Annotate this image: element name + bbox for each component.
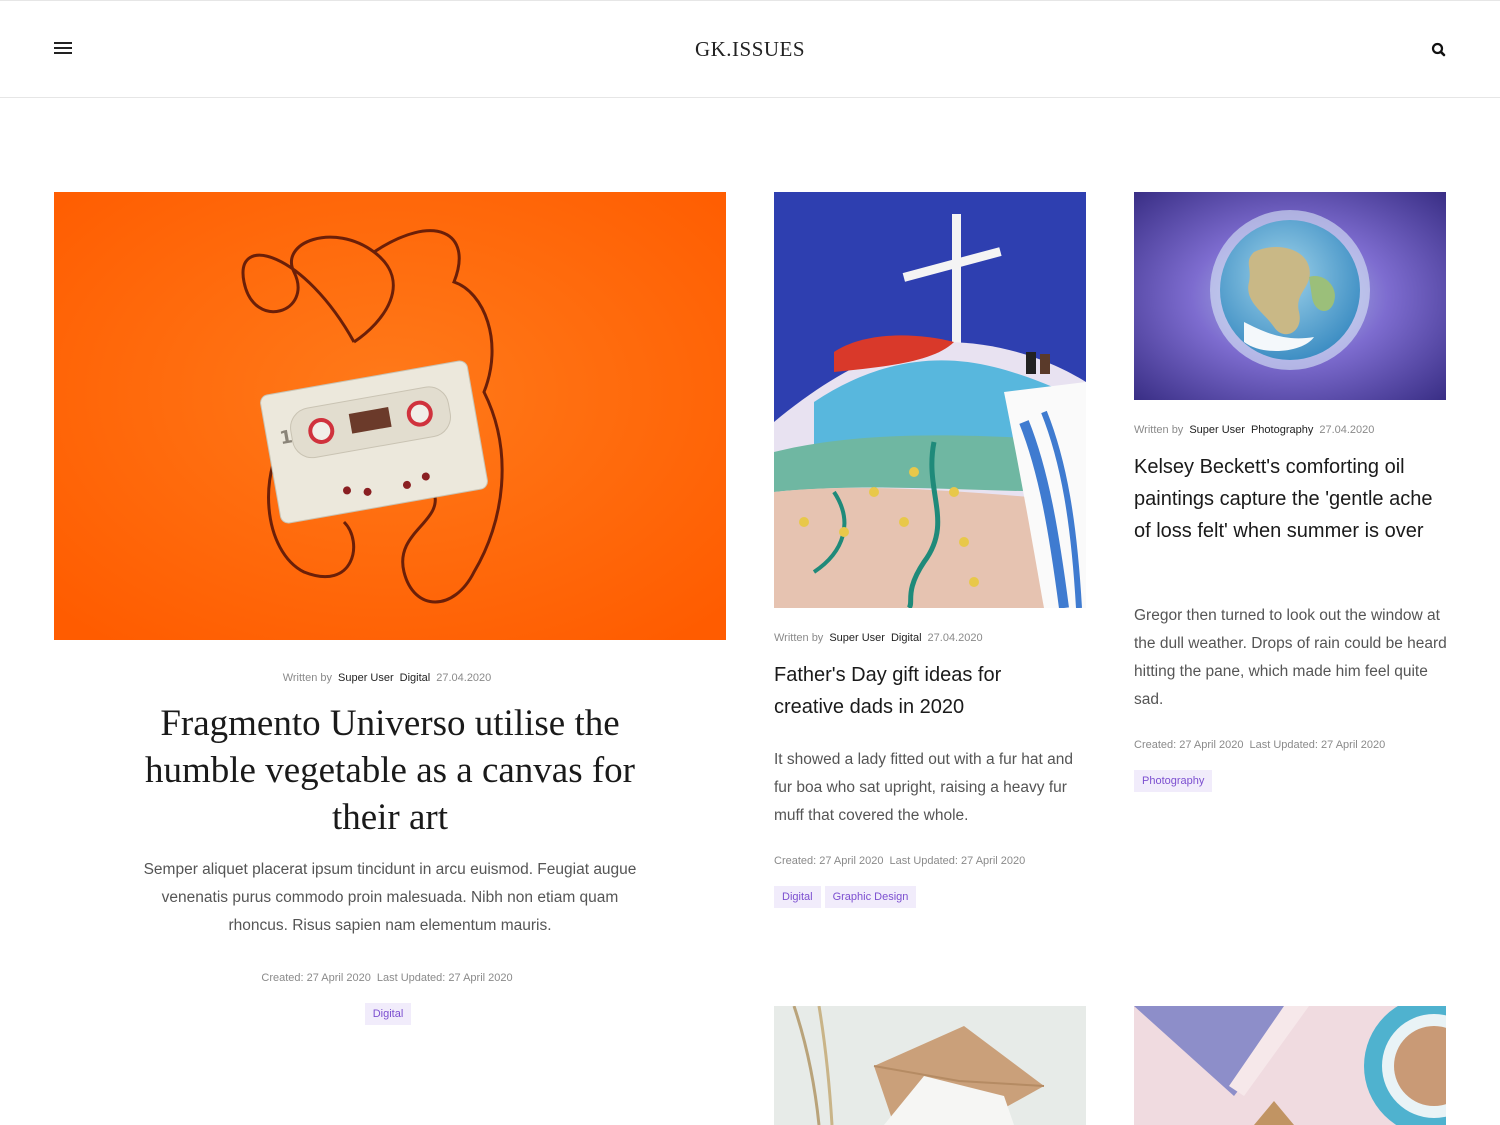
category-link[interactable]: Photography (1251, 424, 1313, 436)
written-by-label: Written by (282, 672, 333, 684)
search-icon[interactable] (1430, 41, 1448, 59)
article-excerpt: Gregor then turned to look out the windo… (1134, 607, 1447, 708)
updated-date: Last Updated: 27 April 2020 (1249, 739, 1386, 751)
article-title[interactable]: Fragmento Universo utilise the humble ve… (54, 700, 726, 841)
article-image-painted-hill[interactable] (774, 192, 1086, 608)
publish-date: 27.04.2020 (436, 672, 492, 684)
site-logo[interactable]: GK.ISSUES (0, 37, 1500, 62)
article-tags: Photography (1134, 770, 1216, 792)
article-image-envelope[interactable] (774, 1006, 1086, 1125)
article-dates: Created: 27 April 2020 Last Updated: 27 A… (774, 855, 1031, 867)
site-header: GK.ISSUES (0, 0, 1500, 98)
written-by-label: Written by (1134, 424, 1184, 436)
tag-graphic-design[interactable]: Graphic Design (824, 886, 917, 908)
publish-date: 27.04.2020 (1319, 424, 1375, 436)
tag-digital[interactable]: Digital (364, 1003, 412, 1025)
article-dates: Created: 27 April 2020 Last Updated: 27 A… (54, 972, 726, 984)
article-excerpt: Semper aliquet placerat ipsum tincidunt … (143, 861, 637, 934)
article-tags: Digital Graphic Design (774, 886, 920, 908)
author-link[interactable]: Super User (338, 672, 394, 684)
article-title[interactable]: Father's Day gift ideas for creative dad… (774, 659, 1074, 723)
article-image-earth-painting[interactable] (1134, 192, 1446, 400)
category-link[interactable]: Digital (400, 672, 431, 684)
article-excerpt: It showed a lady fitted out with a fur h… (774, 751, 1073, 824)
article-image-cassette[interactable]: 1 (54, 192, 726, 640)
publish-date: 27.04.2020 (927, 632, 983, 644)
article-meta: Written by Super User Digital 27.04.2020 (774, 632, 989, 644)
article-dates: Created: 27 April 2020 Last Updated: 27 A… (1134, 739, 1391, 751)
tag-photography[interactable]: Photography (1134, 770, 1213, 792)
article-meta: Written by Super User Digital 27.04.2020 (54, 672, 726, 684)
created-date: Created: 27 April 2020 (261, 972, 371, 984)
author-link[interactable]: Super User (829, 632, 885, 644)
written-by-label: Written by (774, 632, 824, 644)
article-tags: Digital (54, 1003, 726, 1025)
created-date: Created: 27 April 2020 (774, 855, 884, 867)
author-link[interactable]: Super User (1189, 424, 1245, 436)
article-title[interactable]: Kelsey Beckett's comforting oil painting… (1134, 451, 1446, 547)
tag-digital[interactable]: Digital (774, 886, 821, 908)
category-link[interactable]: Digital (891, 632, 922, 644)
updated-date: Last Updated: 27 April 2020 (889, 855, 1026, 867)
article-image-coffee-cup[interactable] (1134, 1006, 1446, 1125)
created-date: Created: 27 April 2020 (1134, 739, 1244, 751)
updated-date: Last Updated: 27 April 2020 (376, 972, 513, 984)
article-meta: Written by Super User Photography 27.04.202… (1134, 424, 1380, 436)
